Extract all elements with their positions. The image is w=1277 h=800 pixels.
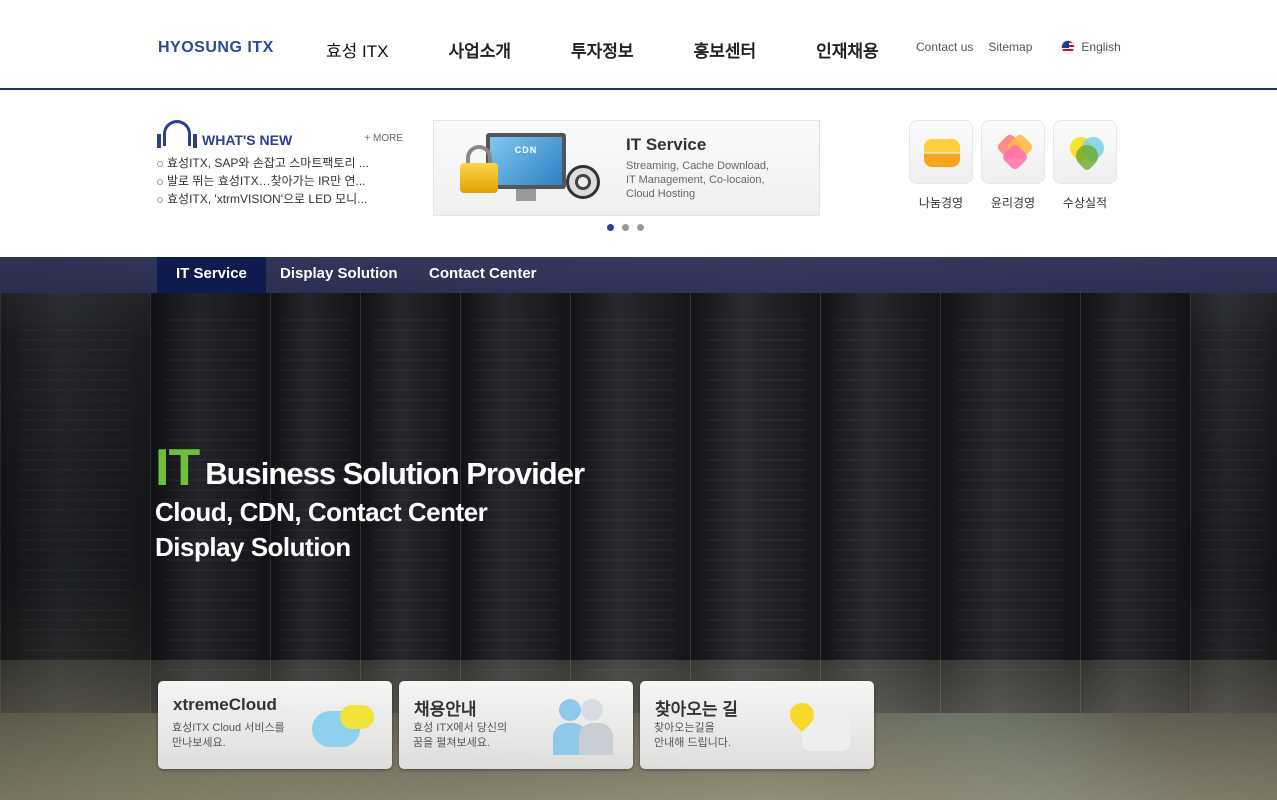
quick-link-ethics[interactable]: 윤리경영 xyxy=(981,120,1045,211)
news-item[interactable]: 발로 뛰는 효성ITX…찾아가는 IR만 연... xyxy=(157,172,403,190)
nav-item-pr-center[interactable]: 홍보센터 xyxy=(694,37,757,62)
hero-headline: Business Solution Provider xyxy=(205,456,585,491)
quick-link-label: 윤리경영 xyxy=(990,196,1036,210)
whats-new-panel: WHAT'S NEW + MORE 효성ITX, SAP와 손잡고 스마트팩토리… xyxy=(157,120,403,220)
monitor-label: CDN xyxy=(514,145,538,155)
card-description: 찾아오는길을 안내해 드립니다. xyxy=(654,722,731,749)
card-title: 채용안내 xyxy=(414,700,477,719)
quick-link-sharing[interactable]: 나눔경영 xyxy=(909,120,973,211)
map-pin-icon xyxy=(785,698,852,755)
whats-new-title: WHAT'S NEW xyxy=(202,132,293,148)
news-list: 효성ITX, SAP와 손잡고 스마트팩토리 ... 발로 뛰는 효성ITX…찾… xyxy=(157,154,403,208)
quick-link-awards[interactable]: 수상실적 xyxy=(1053,120,1117,211)
tab-it-service[interactable]: IT Service xyxy=(157,257,266,293)
sharing-icon xyxy=(924,139,960,167)
card-description: 효성ITX Cloud 서비스를 만나보세요. xyxy=(172,722,285,749)
quick-link-label: 수상실적 xyxy=(1062,196,1108,210)
hero-subtitle-2: Display Solution xyxy=(155,532,351,562)
nav-item-careers[interactable]: 인재채용 xyxy=(816,37,879,62)
people-icon xyxy=(551,699,615,755)
nav-item-investor[interactable]: 투자정보 xyxy=(571,37,634,62)
tab-contact-center[interactable]: Contact Center xyxy=(429,257,537,293)
us-flag-icon xyxy=(1061,40,1076,54)
pagination-dot-2[interactable] xyxy=(622,224,629,231)
nav-item-business[interactable]: 사업소개 xyxy=(448,37,511,62)
sitemap-link[interactable]: Sitemap xyxy=(988,40,1032,54)
news-item[interactable]: 효성ITX, 'xtrmVISION'으로 LED 모니... xyxy=(157,190,403,208)
contact-us-link[interactable]: Contact us xyxy=(916,40,973,54)
award-icon xyxy=(1065,132,1109,172)
feature-cards: xtremeCloud 효성ITX Cloud 서비스를 만나보세요. 채용안내… xyxy=(158,681,881,769)
news-item[interactable]: 효성ITX, SAP와 손잡고 스마트팩토리 ... xyxy=(157,154,403,172)
monitor-icon: CDN xyxy=(486,133,566,189)
pagination-dot-3[interactable] xyxy=(637,224,644,231)
card-recruitment[interactable]: 채용안내 효성 ITX에서 당신의 꿈을 펼쳐보세요. xyxy=(399,681,633,769)
hero-section: IT Service Display Solution Contact Cent… xyxy=(0,257,1277,800)
hero-tab-bar: IT Service Display Solution Contact Cent… xyxy=(0,257,1277,293)
tab-display-solution[interactable]: Display Solution xyxy=(280,257,398,293)
cloud-icon xyxy=(312,701,378,747)
headphones-icon xyxy=(157,120,197,148)
news-more-link[interactable]: + MORE xyxy=(364,133,403,144)
pagination-dot-1[interactable] xyxy=(607,224,614,231)
site-header: HYOSUNG ITX 효성 ITX 사업소개 투자정보 홍보센터 인재채용 C… xyxy=(0,0,1277,90)
nav-item-company[interactable]: 효성 ITX xyxy=(326,37,388,62)
card-directions[interactable]: 찾아오는 길 찾아오는길을 안내해 드립니다. xyxy=(640,681,874,769)
card-description: 효성 ITX에서 당신의 꿈을 펼쳐보세요. xyxy=(413,722,508,749)
banner-description: Streaming, Cache Download, IT Management… xyxy=(626,160,770,200)
film-reel-icon xyxy=(566,165,600,199)
main-navigation: 효성 ITX 사업소개 투자정보 홍보센터 인재채용 xyxy=(326,37,939,62)
utility-menu: Contact us Sitemap English xyxy=(916,40,1121,54)
card-xtremecloud[interactable]: xtremeCloud 효성ITX Cloud 서비스를 만나보세요. xyxy=(158,681,392,769)
language-label: English xyxy=(1081,40,1121,54)
hero-copy: IT Business Solution Provider Cloud, CDN… xyxy=(155,439,585,565)
card-title: xtremeCloud xyxy=(173,695,277,714)
card-title: 찾아오는 길 xyxy=(655,700,738,719)
company-logo[interactable]: HYOSUNG ITX xyxy=(158,39,274,57)
hero-subtitle-1: Cloud, CDN, Contact Center xyxy=(155,497,488,527)
hero-headline-accent: IT xyxy=(155,439,200,497)
language-selector[interactable]: English xyxy=(1061,40,1121,54)
padlock-icon xyxy=(460,163,498,193)
banner-title: IT Service xyxy=(626,135,707,154)
it-service-banner[interactable]: CDN IT Service Streaming, Cache Download… xyxy=(433,120,820,216)
cdn-illustration: CDN xyxy=(460,133,610,209)
ethics-icon xyxy=(995,132,1035,172)
quick-links: 나눔경영 윤리경영 수상실적 xyxy=(909,120,1125,211)
quick-link-label: 나눔경영 xyxy=(918,196,964,210)
banner-pagination xyxy=(607,224,652,231)
